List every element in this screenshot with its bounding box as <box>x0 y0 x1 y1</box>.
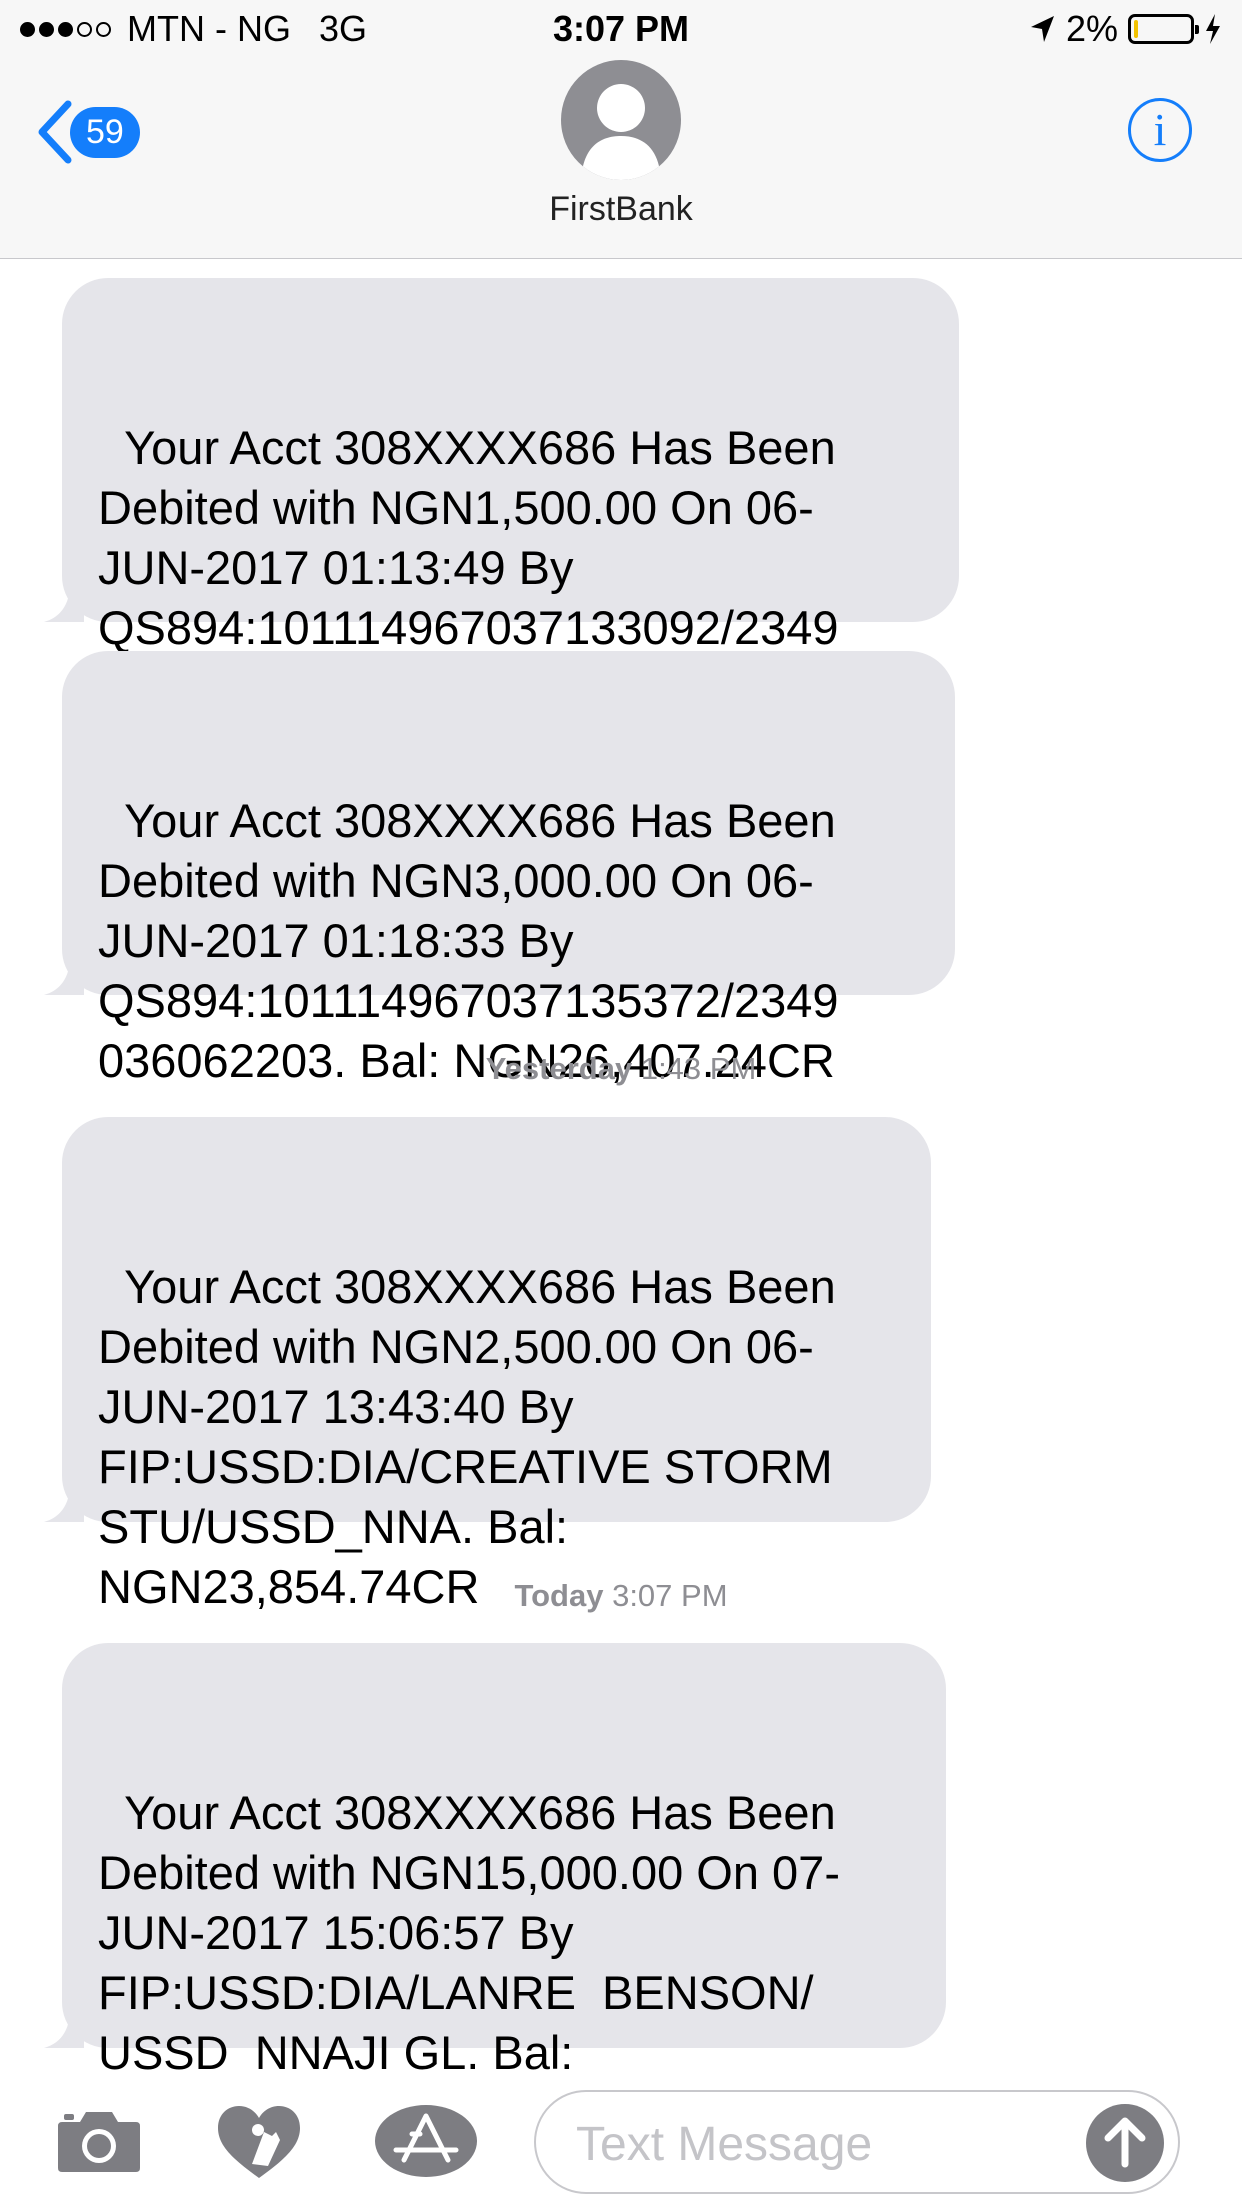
nav-bar: 59 FirstBank i <box>0 60 1242 259</box>
send-arrow-icon <box>1104 2117 1146 2168</box>
contact-name[interactable]: FirstBank <box>0 190 1242 229</box>
camera-icon[interactable] <box>56 2108 142 2174</box>
battery-percent: 2% <box>1065 8 1118 49</box>
timestamp-day: Today <box>514 1578 604 1613</box>
status-bar: MTN - NG 3G 3:07 PM 2% <box>0 0 1242 60</box>
unread-count-badge: 59 <box>70 106 140 158</box>
message-input[interactable] <box>574 2110 1098 2178</box>
message-bubble[interactable]: Your Acct 308XXXX686 Has Been Debited wi… <box>44 651 955 1087</box>
location-arrow-icon <box>1030 16 1054 42</box>
status-right: 2% <box>1030 8 1222 50</box>
chevron-left-icon <box>38 100 72 164</box>
bubble-tail <box>44 955 84 995</box>
back-button[interactable]: 59 <box>34 100 140 164</box>
bubble-tail <box>44 2008 84 2048</box>
timestamp-divider: Yesterday 1:43 PM <box>0 1051 1242 1087</box>
bubble-tail <box>44 582 84 622</box>
digital-touch-heart-icon[interactable] <box>214 2102 304 2182</box>
message-text-field[interactable] <box>534 2090 1180 2194</box>
info-icon[interactable]: i <box>1128 98 1192 162</box>
timestamp-time: 1:43 PM <box>640 1051 757 1086</box>
person-silhouette-icon <box>581 84 661 180</box>
battery-icon <box>1128 14 1199 44</box>
message-bubble[interactable]: Your Acct 308XXXX686 Has Been Debited wi… <box>44 1117 931 1613</box>
bubble-tail <box>44 1482 84 1522</box>
message-text: Your Acct 308XXXX686 Has Been Debited wi… <box>98 794 839 1087</box>
message-bubble[interactable]: Your Acct 308XXXX686 Has Been Debited wi… <box>44 278 959 714</box>
message-text: Your Acct 308XXXX686 Has Been Debited wi… <box>98 1260 836 1613</box>
timestamp-day: Yesterday <box>485 1051 633 1086</box>
timestamp-divider: Today 3:07 PM <box>0 1578 1242 1614</box>
send-button[interactable] <box>1086 2104 1164 2182</box>
message-bubble[interactable]: Your Acct 308XXXX686 Has Been Debited wi… <box>44 1643 946 2139</box>
charging-bolt-icon <box>1206 14 1220 44</box>
timestamp-time: 3:07 PM <box>612 1578 728 1613</box>
app-store-icon[interactable] <box>374 2104 478 2178</box>
message-input-bar <box>0 2070 1242 2208</box>
contact-avatar[interactable] <box>561 60 681 180</box>
